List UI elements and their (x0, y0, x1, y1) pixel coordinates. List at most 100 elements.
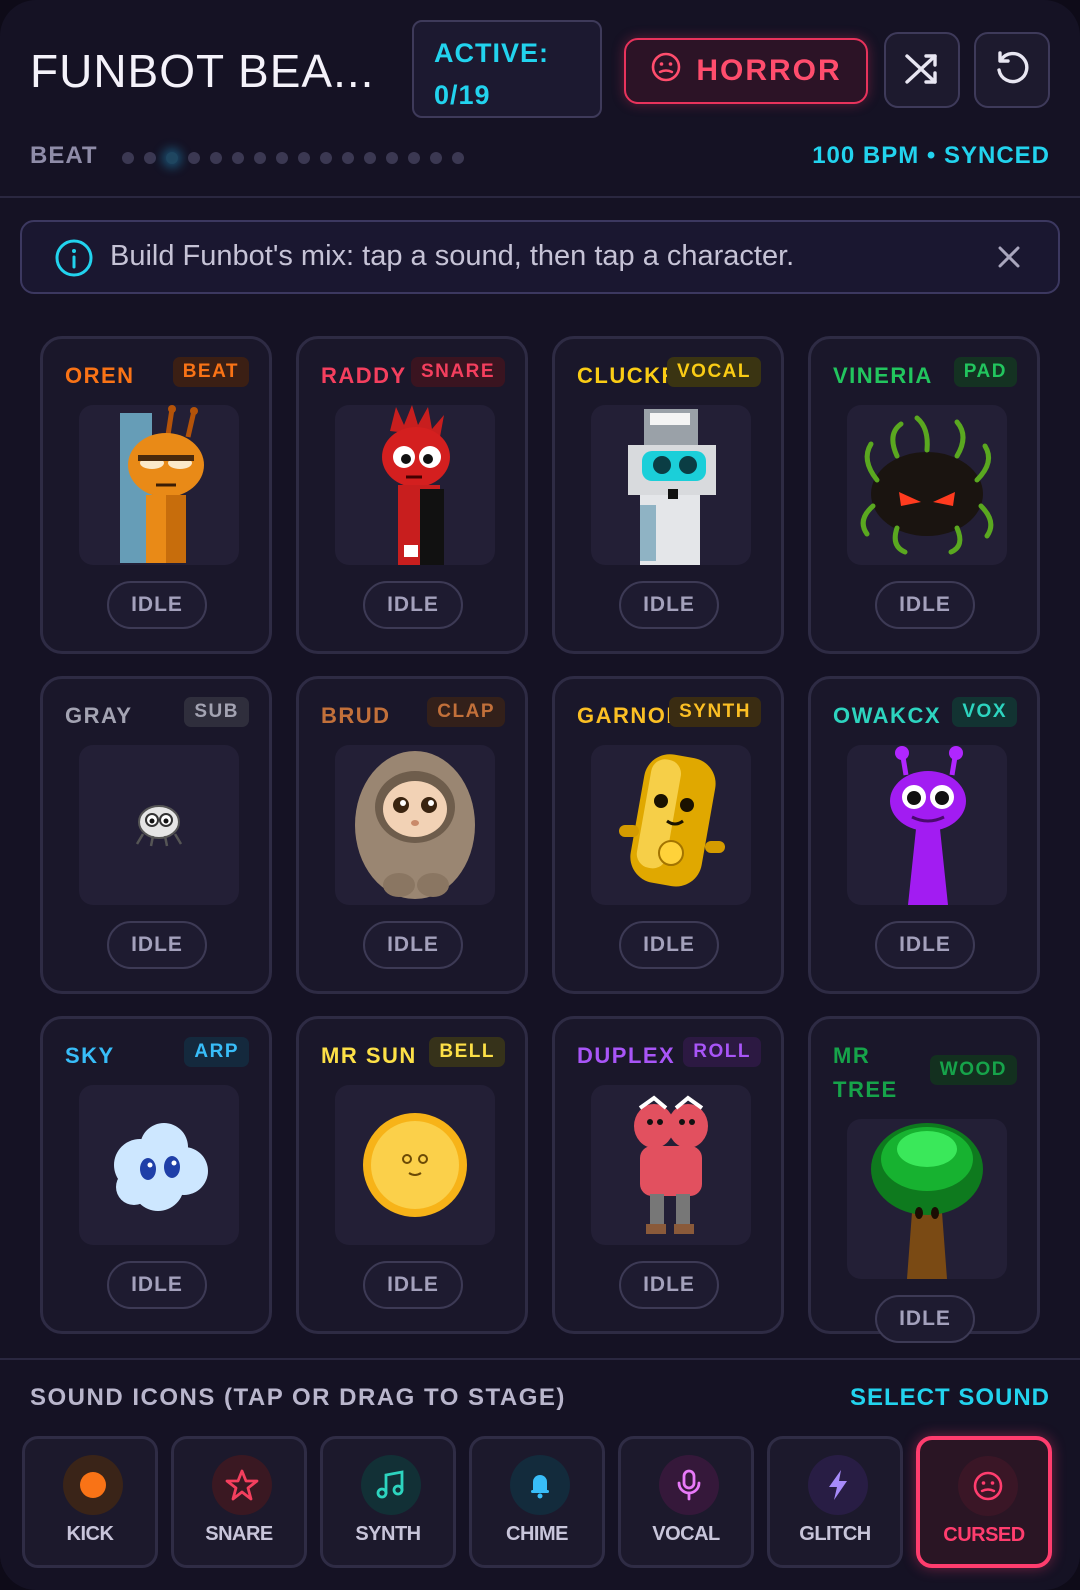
character-name: DUPLEX (577, 1043, 676, 1068)
banner-text: Build Funbot's mix: tap a sound, then ta… (110, 240, 795, 272)
character-avatar (847, 1119, 1007, 1279)
beat-dot (188, 152, 200, 164)
sound-tag: SNARE (410, 357, 505, 387)
beat-dots (122, 152, 464, 164)
status-badge: IDLE (107, 921, 207, 969)
character-name: GRAY (65, 703, 133, 728)
character-avatar (847, 405, 1007, 565)
beat-dot (430, 152, 442, 164)
sound-label: VOCAL (652, 1523, 720, 1545)
beat-dot (144, 152, 156, 164)
sound-tag: CLAP (427, 697, 505, 727)
beat-dot (276, 152, 288, 164)
sound-tray: SOUND ICONS (TAP OR DRAG TO STAGE) SELEC… (0, 1358, 1080, 1590)
character-name: OWAKCX (833, 703, 941, 728)
active-count: 0/19 (434, 80, 491, 110)
horror-face-icon (650, 51, 682, 91)
character-avatar (847, 745, 1007, 905)
character-avatar (79, 745, 239, 905)
character-avatar (591, 1085, 751, 1245)
character-grid: OREN BEAT IDLE RADDY SNARE IDLE CLUCKR VOCAL IDL… (40, 336, 1040, 1360)
sound-button-chime[interactable]: CHIME (469, 1436, 605, 1568)
status-badge: IDLE (107, 581, 207, 629)
microphone-icon (659, 1455, 719, 1515)
sound-tag: ROLL (683, 1037, 761, 1067)
character-card-sky[interactable]: SKY ARP IDLE (40, 1016, 272, 1334)
info-icon (54, 238, 94, 283)
sound-button-synth[interactable]: SYNTH (320, 1436, 456, 1568)
select-sound-link[interactable]: SELECT SOUND (850, 1384, 1050, 1412)
sound-label: CURSED (943, 1524, 1025, 1546)
sound-tag: VOX (952, 697, 1017, 727)
bpm-status: 100 BPM • SYNCED (812, 142, 1050, 169)
sound-button-vocal[interactable]: VOCAL (618, 1436, 754, 1568)
sound-button-cursed[interactable]: CURSED (916, 1436, 1052, 1568)
sound-tag: SYNTH (669, 697, 761, 727)
active-counter: ACTIVE: 0/19 (412, 20, 602, 118)
status-badge: IDLE (107, 1261, 207, 1309)
reset-button[interactable] (974, 32, 1050, 108)
app-window: FUNBOT BEA... ACTIVE: 0/19 HORROR BEAT 1… (0, 0, 1080, 1590)
character-avatar (79, 405, 239, 565)
character-name: SKY (65, 1043, 115, 1068)
character-card-gray[interactable]: GRAY SUB IDLE (40, 676, 272, 994)
sound-label: CHIME (506, 1523, 568, 1545)
beat-dot (364, 152, 376, 164)
beat-dot (320, 152, 332, 164)
status-badge: IDLE (875, 581, 975, 629)
sound-label: SYNTH (355, 1523, 421, 1545)
character-card-oren[interactable]: OREN BEAT IDLE (40, 336, 272, 654)
cursed-face-icon (958, 1456, 1018, 1516)
sound-tag: PAD (953, 357, 1017, 387)
status-badge: IDLE (619, 1261, 719, 1309)
character-card-cluckr[interactable]: CLUCKR VOCAL IDLE (552, 336, 784, 654)
sound-tag: BELL (429, 1037, 505, 1067)
character-card-garnold[interactable]: GARNOLD SYNTH IDLE (552, 676, 784, 994)
character-card-mr-tree[interactable]: MR TREE WOOD IDLE (808, 1016, 1040, 1343)
beat-dot (386, 152, 398, 164)
lightning-icon (808, 1455, 868, 1515)
close-icon[interactable] (994, 242, 1024, 277)
beat-dot (452, 152, 464, 164)
beat-dot (298, 152, 310, 164)
active-label: ACTIVE: (434, 38, 549, 68)
character-card-vineria[interactable]: VINERIA PAD IDLE (808, 336, 1040, 654)
character-avatar (591, 745, 751, 905)
character-name: VINERIA (833, 363, 933, 388)
horror-mode-label: HORROR (696, 54, 842, 87)
beat-dot (166, 152, 178, 164)
beat-label: BEAT (30, 142, 98, 169)
music-note-icon (361, 1455, 421, 1515)
beat-dot (408, 152, 420, 164)
info-banner: Build Funbot's mix: tap a sound, then ta… (20, 220, 1060, 294)
header-divider (0, 196, 1080, 198)
sound-tag: BEAT (172, 357, 249, 387)
sound-label: GLITCH (799, 1523, 871, 1545)
reset-icon (992, 48, 1032, 93)
page-title: FUNBOT BEA... (30, 45, 375, 97)
character-card-owakcx[interactable]: OWAKCX VOX IDLE (808, 676, 1040, 994)
status-badge: IDLE (363, 921, 463, 969)
sound-label: KICK (66, 1523, 114, 1545)
character-avatar (335, 1085, 495, 1245)
sound-tag: WOOD (929, 1055, 1017, 1085)
status-badge: IDLE (363, 581, 463, 629)
beat-dot (342, 152, 354, 164)
character-card-mr-sun[interactable]: MR SUN BELL IDLE (296, 1016, 528, 1334)
status-badge: IDLE (875, 1295, 975, 1343)
sound-button-kick[interactable]: KICK (22, 1436, 158, 1568)
sound-button-glitch[interactable]: GLITCH (767, 1436, 903, 1568)
sound-label: SNARE (205, 1523, 273, 1545)
shuffle-icon (902, 48, 942, 93)
status-badge: IDLE (363, 1261, 463, 1309)
character-card-brud[interactable]: BRUD CLAP IDLE (296, 676, 528, 994)
kick-dot-icon (63, 1455, 123, 1515)
sound-button-snare[interactable]: SNARE (171, 1436, 307, 1568)
character-name: MR SUN (321, 1043, 417, 1068)
character-card-raddy[interactable]: RADDY SNARE IDLE (296, 336, 528, 654)
character-card-duplex[interactable]: DUPLEX ROLL IDLE (552, 1016, 784, 1334)
shuffle-button[interactable] (884, 32, 960, 108)
horror-mode-button[interactable]: HORROR (624, 38, 868, 104)
bell-icon (510, 1455, 570, 1515)
character-avatar (591, 405, 751, 565)
